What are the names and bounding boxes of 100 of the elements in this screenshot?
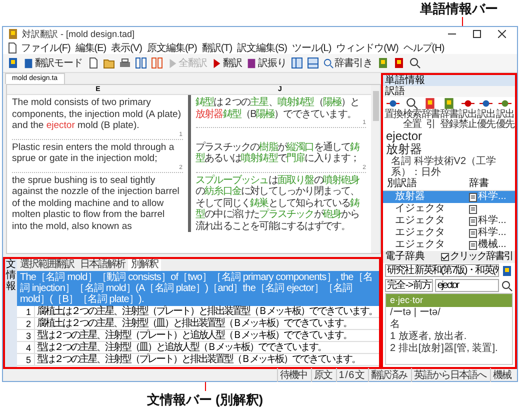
pane-icon[interactable]	[306, 57, 318, 69]
part-of-speech: 名	[389, 319, 401, 331]
book-icon[interactable]	[376, 57, 388, 69]
source-word: ejector	[385, 130, 424, 143]
scrollbar[interactable]	[371, 85, 380, 253]
book-icon[interactable]	[392, 57, 404, 69]
section-label: 訳語	[383, 86, 515, 97]
target-sentence: 鋳型は２つの主星、噴射鋳型（陽極）と 放射器鋳型（B陽極）でできています。	[196, 97, 360, 120]
row-number: 3	[17, 330, 35, 342]
alternative-translation[interactable]: 型は２つの主星、注射型（皿）と追放人型（Ｂメッキ板）でできています。	[35, 342, 379, 354]
dictionary-name: 科学...	[478, 215, 506, 226]
translated-word: 放射器	[385, 143, 422, 156]
source-sentence: the sprue bushing is to seal tightly against the nozzle of the injection barrel of the molding machine and to allow molten plastic to flow from the barrel into the mold, also known as	[12, 174, 180, 232]
column-header: 別訳語	[387, 178, 418, 190]
panel-title: 単語情報	[383, 75, 515, 86]
pronunciation: /ーtə | ーtə/	[389, 307, 442, 319]
definition: 1 放逐者, 放出者.	[389, 331, 468, 342]
menu-item[interactable]: 表示(V)	[109, 40, 144, 54]
status-item: 機械	[490, 368, 511, 382]
tool-button[interactable]: 辞書引	[421, 97, 440, 130]
panel-tab[interactable]: 別解釈	[128, 259, 161, 271]
dictionary-add-icon	[442, 97, 456, 110]
menu-item[interactable]: 訳文編集(S)	[235, 40, 289, 54]
status-item: 原文	[310, 368, 332, 382]
word-info: 名詞 科学技術V2（工学系）：日外	[390, 156, 498, 178]
menu-item[interactable]: ヘルプ(H)	[401, 40, 446, 54]
target-sentence: プラスチックの樹脂が縦濁口を通して鋳型あるいは噴射鋳型で門扉に入ります；	[196, 142, 361, 164]
alternative-word: エジェクタ	[395, 239, 446, 250]
row-number: 2	[17, 318, 35, 330]
status-item: 翻訳済み	[368, 368, 407, 382]
search-icon[interactable]	[408, 57, 420, 69]
alternative-translation[interactable]: 型は２つの主星、注射型（プレート）と排出装置型（Ｂメッキ板）でできています。	[35, 354, 379, 366]
tool-button[interactable]: 訳出禁止	[458, 97, 477, 130]
menu-item[interactable]: ツール(L)	[290, 40, 334, 54]
folder-icon[interactable]	[102, 57, 114, 69]
columns-icon[interactable]	[150, 57, 162, 69]
alternative-translation[interactable]: 腐植土は２つの主星、注射型（皿）と排出装置型（Ｂメッキ板）でできています。	[35, 318, 379, 330]
leader-line	[462, 17, 463, 26]
tool-button[interactable]: 置換	[384, 97, 403, 130]
target-sentence: スプルーブッシュは面取り盤の噴射砲身 の紡糸口金に対してしっかり閉まって、そして同じく 鋳巣として知られている鋳型の中に溶けたプラスチックが砲身から流れ出ることを可能にするはずです。	[196, 174, 361, 232]
row-number: 1	[17, 306, 35, 318]
tool-button[interactable]: 検索全置	[402, 97, 422, 130]
dictionary-icon[interactable]	[501, 264, 513, 276]
section-label: 電子辞典	[385, 251, 425, 263]
search-icon	[322, 58, 334, 68]
dictionary-icon	[469, 216, 477, 226]
menu-item[interactable]: 翻訳(T)	[200, 40, 234, 54]
menu-item[interactable]: 編集(E)	[73, 40, 108, 54]
dictionary-name: 科学...	[478, 191, 506, 203]
printer-icon[interactable]	[118, 57, 130, 69]
tool-button[interactable]: 訳出優先	[495, 97, 514, 130]
callout-label: 文情報バー (別解釈)	[146, 391, 264, 408]
status-item: 1 / 6 文	[336, 368, 364, 382]
source-sentence: The mold consists of two primary components, the injection mold (A plate) and the ejector mold (B plate).	[12, 97, 182, 132]
toolbar-button[interactable]: 辞書引き	[322, 56, 372, 70]
menu-item[interactable]: 原文編集(P)	[144, 40, 199, 54]
leader-line	[204, 382, 206, 391]
pane-icon[interactable]	[290, 57, 302, 69]
close-icon[interactable]	[498, 30, 506, 38]
dictionary-icon	[423, 97, 438, 110]
book-icon	[23, 58, 34, 68]
new-document-icon[interactable]	[86, 57, 98, 69]
dictionary-icon	[469, 192, 477, 202]
maximize-icon[interactable]	[473, 30, 481, 38]
book-icon	[246, 58, 257, 68]
checkmark-icon	[442, 254, 448, 260]
menu-item[interactable]: ファイル(F)	[19, 40, 72, 54]
columns-icon[interactable]	[134, 57, 146, 69]
app-icon[interactable]	[7, 28, 19, 40]
alternative-translation[interactable]: 型は２つの主星、注射型（プレート）と追放人型（Ｂメッキ板）でできています。	[35, 330, 379, 342]
alternative-word: エジェクタ	[395, 215, 446, 227]
dictionary-name: 科学...	[478, 227, 506, 238]
toolbar-button[interactable]: 翻訳	[211, 56, 242, 70]
column-header: 辞書	[469, 178, 490, 190]
row-number: 4	[17, 342, 35, 354]
alternative-word: イジェクタ	[395, 203, 446, 215]
status-item: 待機中	[276, 368, 307, 382]
dictionary-icon	[469, 240, 477, 250]
menu-item[interactable]: ウィンドウ(W)	[334, 40, 400, 54]
toolbar-button[interactable]: 訳振り	[246, 56, 286, 70]
callout-label: 単語情報バー	[420, 0, 498, 17]
dictionary-icon	[469, 204, 477, 214]
tool-button[interactable]: 辞書登録	[440, 97, 458, 130]
search-icon	[404, 97, 419, 110]
dictionary-dropdown[interactable]: 研究社 新英和(第7版)・和英(ﾀ	[385, 264, 499, 277]
search-field[interactable]: ejector	[435, 279, 499, 292]
window-title: 対訳翻訳 - [mold design.tad]	[22, 28, 136, 40]
checkbox[interactable]	[441, 253, 449, 261]
dictionary-icon	[469, 228, 477, 238]
headword: e·jec·tor	[386, 294, 512, 307]
definition: 2 排出[放射]器[管, 装置].	[389, 343, 499, 355]
panel-tab[interactable]: 選択範囲翻訳	[17, 259, 77, 271]
alternative-translation[interactable]: 腐植土は２つの主星、注射型（プレート）と排出装置型（Ｂメッキ板）でできています。	[35, 306, 379, 318]
mode-dropdown[interactable]: 完全->前方	[385, 279, 434, 292]
dictionary-name: 機械...	[478, 239, 506, 250]
tool-button[interactable]: 訳出優先	[476, 97, 496, 130]
play-icon	[211, 58, 222, 68]
toolbar-button[interactable]: 翻訳モード	[23, 56, 82, 70]
status-item: 英語から日本語へ	[411, 368, 486, 382]
alternative-word: エジェクタ	[395, 227, 446, 239]
